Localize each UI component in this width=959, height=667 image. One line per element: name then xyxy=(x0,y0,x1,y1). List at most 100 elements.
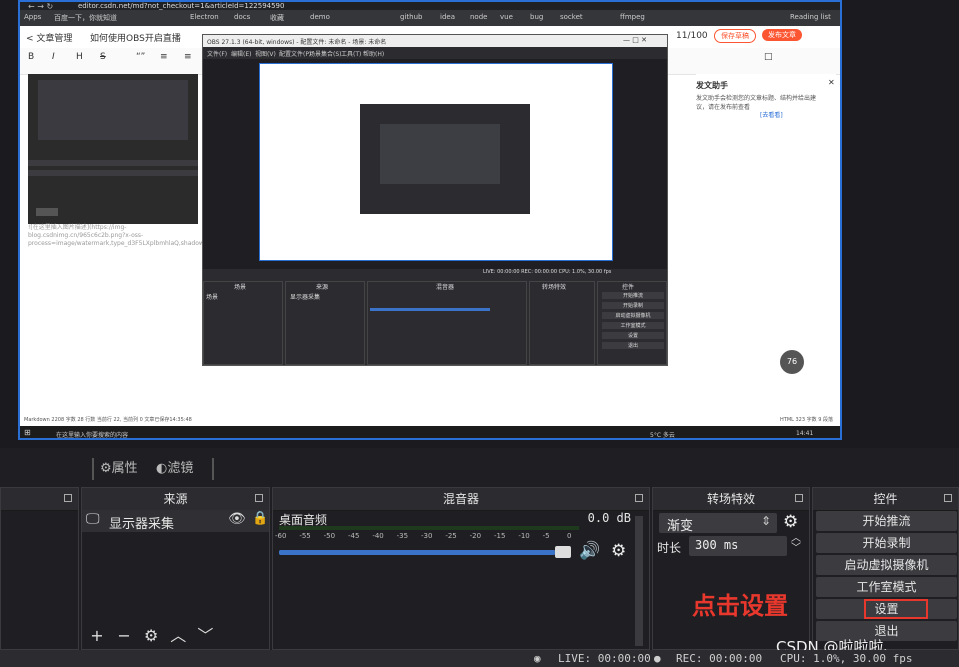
mixer-tick-label: -20 xyxy=(469,532,482,540)
duration-input[interactable]: 300 ms xyxy=(689,536,787,556)
float-dock-icon[interactable] xyxy=(944,494,952,502)
source-properties-gear-icon[interactable]: ⚙ xyxy=(140,626,162,646)
inner-studio-mode[interactable]: 工作室模式 xyxy=(602,322,664,329)
bookmark-item[interactable]: socket xyxy=(560,13,583,21)
mixer-dock: 混音器 桌面音频 0.0 dB -60 -55 -50 -45 -40 -35 -30 -25… xyxy=(272,487,650,650)
window-controls[interactable]: — □ ✕ xyxy=(623,36,647,44)
sources-dock-title: 来源 xyxy=(82,488,269,511)
volume-slider[interactable] xyxy=(279,550,569,555)
bookmark-item[interactable]: ffmpeg xyxy=(620,13,645,21)
move-up-chevron-icon[interactable]: ︿ xyxy=(167,626,189,646)
annotation-text: 点击设置 xyxy=(692,592,788,620)
bookmark-item[interactable]: vue xyxy=(500,13,513,21)
volume-handle[interactable] xyxy=(555,546,571,558)
mixer-tick-label: 0 xyxy=(567,532,572,540)
visibility-eye-icon[interactable]: 👁 xyxy=(228,511,246,527)
obs-preview: ← → ↻ editor.csdn.net/md?not_checkout=1&… xyxy=(0,0,959,448)
bookmark-item[interactable]: github xyxy=(400,13,422,21)
bookmark-item[interactable]: demo xyxy=(310,13,330,21)
bookmark-item[interactable]: docs xyxy=(234,13,250,21)
cpu-fps: CPU: 1.0%, 30.00 fps xyxy=(780,652,913,665)
writing-assistant-panel: 发文助手 ✕ 发文助手会检测您的文章标题、结构并给出建议，请在发布前查看 [去看… xyxy=(696,74,836,120)
move-down-chevron-icon[interactable]: ﹀ xyxy=(194,626,216,646)
inner-dock-title: 转场特效 xyxy=(542,284,567,291)
publish-button[interactable]: 发布文章 xyxy=(762,29,802,41)
reading-list[interactable]: Reading list xyxy=(790,13,831,21)
bookmark-item[interactable]: idea xyxy=(440,13,455,21)
bookmark-item[interactable]: bug xyxy=(530,13,543,21)
updown-chevron-icon: ⇕ xyxy=(760,514,771,528)
close-icon[interactable]: ✕ xyxy=(828,78,835,87)
start-streaming-button[interactable]: 开始推流 xyxy=(816,511,957,531)
inner-virtual-camera[interactable]: 启动虚拟摄像机 xyxy=(602,312,664,319)
menu-view[interactable]: 视图(V) xyxy=(255,49,276,58)
mixer-tick-label: -25 xyxy=(445,532,457,540)
back-to-articles-link[interactable]: < 文章管理 xyxy=(26,31,72,44)
inner-exit[interactable]: 退出 xyxy=(602,342,664,349)
toolbar-divider xyxy=(212,458,214,480)
ordered-list-button[interactable]: ≡ xyxy=(184,52,192,62)
markdown-text[interactable]: ![在这里插入图片描述](https://img-blog.csdnimg.cn… xyxy=(28,224,375,264)
inner-settings[interactable]: 设置 xyxy=(602,332,664,339)
speed-widget[interactable]: 76 xyxy=(780,350,804,374)
bookmark-item[interactable]: Electron xyxy=(190,13,219,21)
article-title-input[interactable]: 如何使用OBS开启直播 xyxy=(90,31,181,44)
italic-button[interactable]: I xyxy=(52,52,55,62)
float-dock-icon[interactable] xyxy=(64,494,72,502)
inner-transitions-dock: 转场特效 xyxy=(529,281,595,365)
url-text[interactable]: editor.csdn.net/md?not_checkout=1&articl… xyxy=(78,2,284,10)
inner-scene-item[interactable]: 场景 xyxy=(206,292,218,301)
list-button[interactable]: ≡ xyxy=(160,52,168,62)
inner-start-streaming[interactable]: 开始推流 xyxy=(602,292,664,299)
inner-source-item[interactable]: 显示器采集 xyxy=(290,292,320,301)
menu-scene-collection[interactable]: 场景集合(S) xyxy=(309,49,342,58)
start-recording-button[interactable]: 开始录制 xyxy=(816,533,957,553)
speaker-icon[interactable]: 🔊 xyxy=(579,541,600,561)
menu-profile[interactable]: 配置文件(P) xyxy=(279,49,311,58)
bookmark-apps[interactable]: Apps xyxy=(24,13,41,21)
add-source-button[interactable]: + xyxy=(86,626,108,646)
save-draft-button[interactable]: 保存草稿 xyxy=(714,29,756,43)
inner-volume-slider[interactable] xyxy=(370,308,490,311)
quote-button[interactable]: “” xyxy=(136,52,145,62)
nested-row xyxy=(28,170,198,176)
transition-select[interactable]: 渐变 ⇕ xyxy=(659,513,777,534)
studio-mode-button[interactable]: 工作室模式 xyxy=(816,577,957,597)
lock-icon[interactable]: 🔒 xyxy=(252,511,268,526)
catalog-icon[interactable]: □ xyxy=(764,52,773,62)
menu-tools[interactable]: 工具(T) xyxy=(341,49,361,58)
menu-help[interactable]: 帮助(H) xyxy=(363,49,384,58)
mixer-tick-label: -60 xyxy=(275,532,287,540)
assistant-link[interactable]: [去看看] xyxy=(760,110,783,119)
nested-row xyxy=(28,160,198,166)
float-dock-icon[interactable] xyxy=(635,494,643,502)
menu-edit[interactable]: 编辑(E) xyxy=(231,49,251,58)
menu-file[interactable]: 文件(F) xyxy=(207,49,227,58)
heading-button[interactable]: H xyxy=(76,52,83,62)
mixer-scrollbar[interactable] xyxy=(635,516,643,646)
inner-start-recording[interactable]: 开始录制 xyxy=(602,302,664,309)
virtual-camera-button[interactable]: 启动虚拟摄像机 xyxy=(816,555,957,575)
source-item[interactable]: 🖵 显示器采集 👁 🔒 xyxy=(82,510,269,532)
filters-button[interactable]: ◐滤镜 xyxy=(156,458,193,480)
transition-gear-icon[interactable]: ⚙ xyxy=(783,512,798,532)
mixer-tick-label: -50 xyxy=(323,532,336,540)
bookmark-item[interactable]: 百度一下，你就知道 xyxy=(54,13,117,23)
scenes-dock xyxy=(0,487,79,650)
title-word-count: 11/100 xyxy=(676,31,708,41)
mixer-level-db: 0.0 dB xyxy=(587,511,631,525)
bold-button[interactable]: B xyxy=(28,52,34,62)
source-name: 显示器采集 xyxy=(109,517,175,532)
inner-obs-window: OBS 27.1.3 (64-bit, windows) - 配置文件: 未命名… xyxy=(202,34,668,366)
bookmark-item[interactable]: node xyxy=(470,13,487,21)
taskbar-search[interactable]: 在这里输入你要搜索的内容 xyxy=(56,430,128,438)
properties-button[interactable]: ⚙属性 xyxy=(100,458,138,480)
windows-start-icon[interactable]: ⊞ xyxy=(24,428,31,437)
mixer-gear-icon[interactable]: ⚙ xyxy=(611,541,626,561)
duration-stepper-icon[interactable]: ︿ ﹀ xyxy=(791,534,801,554)
bookmark-item[interactable]: 收藏 xyxy=(270,13,284,23)
remove-source-button[interactable]: − xyxy=(113,626,135,646)
float-dock-icon[interactable] xyxy=(255,494,263,502)
float-dock-icon[interactable] xyxy=(795,494,803,502)
strikethrough-button[interactable]: S xyxy=(100,52,106,62)
